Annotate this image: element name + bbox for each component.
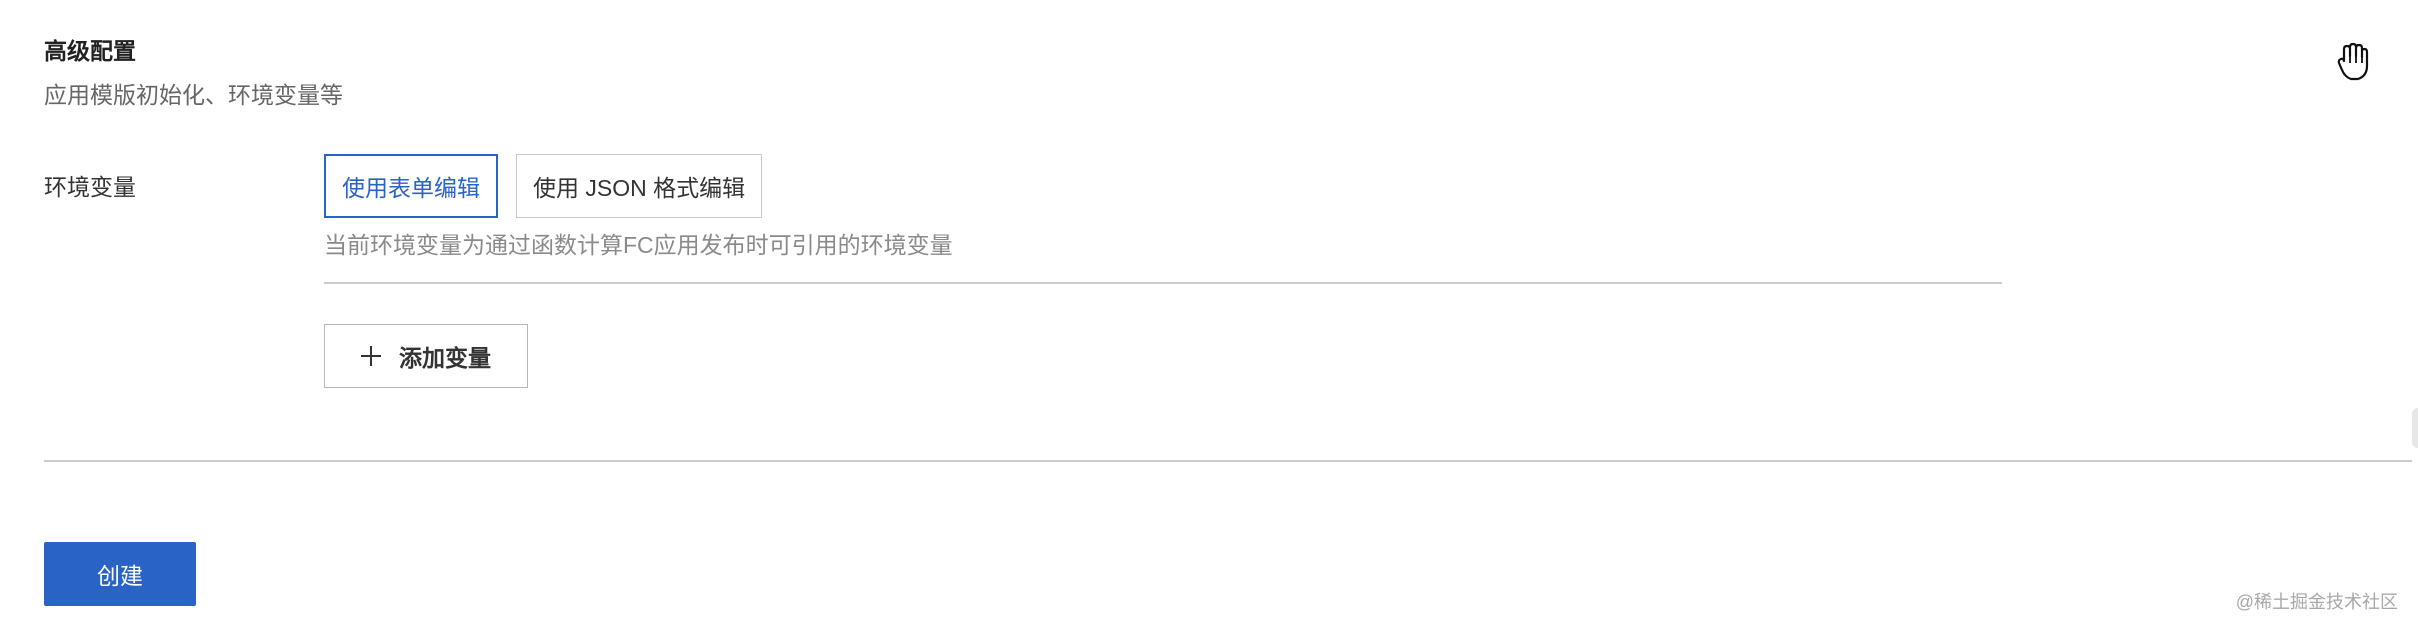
section-divider	[44, 460, 2412, 462]
env-edit-mode-group: 使用表单编辑 使用 JSON 格式编辑	[324, 154, 763, 218]
section-title: 高级配置	[44, 38, 136, 64]
advanced-config-page: 高级配置 应用模版初始化、环境变量等 环境变量 使用表单编辑 使用 JSON 格…	[0, 0, 2418, 630]
plus-icon	[361, 346, 381, 366]
add-variable-label: 添加变量	[399, 345, 491, 371]
json-edit-button[interactable]: 使用 JSON 格式编辑	[516, 154, 763, 218]
watermark: @稀土掘金技术社区	[2235, 592, 2398, 612]
env-helper-text: 当前环境变量为通过函数计算FC应用发布时可引用的环境变量	[324, 232, 953, 258]
section-subtitle: 应用模版初始化、环境变量等	[44, 82, 343, 108]
form-edit-button[interactable]: 使用表单编辑	[324, 154, 498, 218]
edge-scroll-tab[interactable]	[2412, 408, 2418, 448]
create-button[interactable]: 创建	[44, 542, 196, 606]
add-variable-button[interactable]: 添加变量	[324, 324, 528, 388]
hand-pointer-icon	[2337, 42, 2369, 81]
env-field-label: 环境变量	[44, 174, 136, 200]
env-helper-divider	[324, 282, 2002, 284]
